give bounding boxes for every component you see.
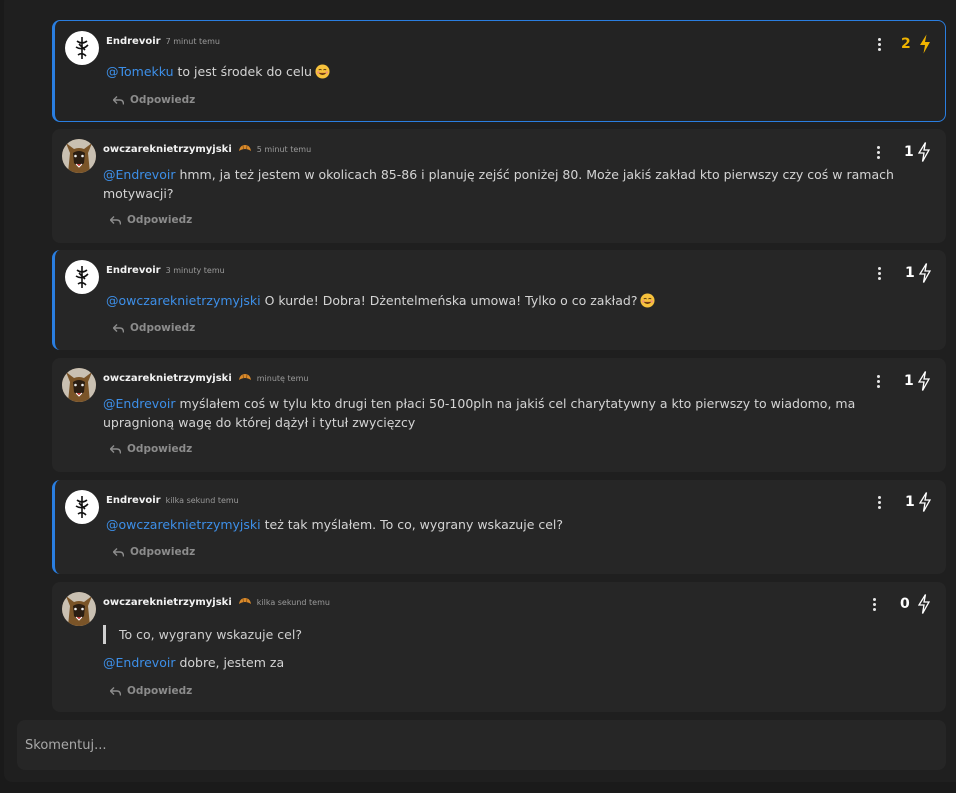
user-mention[interactable]: @owczareknietrzymyjski — [106, 517, 261, 532]
comment-author[interactable]: owczareknietrzymyjski 5 minut temu — [103, 144, 311, 155]
comment: owczareknietrzymyjski 5 minut temu @Endre… — [52, 129, 946, 243]
reply-arrow-icon — [110, 444, 121, 454]
comment-time: 5 minut temu — [256, 145, 312, 154]
croissant-icon — [238, 374, 251, 380]
comment: Endrevoir 7 minut temu @Tomekku to jest ś… — [52, 20, 946, 122]
avatar[interactable] — [65, 260, 99, 294]
comment-author[interactable]: owczareknietrzymyjski kilka sekund temu — [103, 597, 330, 608]
comment-time: minutę temu — [256, 374, 309, 383]
comment-input-box — [17, 720, 946, 770]
quoted-text: To co, wygrany wskazuje cel? — [103, 625, 302, 644]
lightning-vote-icon[interactable] — [919, 492, 931, 512]
lightning-vote-icon[interactable] — [918, 142, 930, 162]
reply-button[interactable]: Odpowiedz — [113, 322, 195, 334]
croissant-icon — [238, 145, 251, 151]
more-options-icon[interactable] — [873, 36, 885, 52]
avatar[interactable] — [65, 490, 99, 524]
comment-text: @Endrevoir hmm, ja też jestem w okolicac… — [103, 167, 894, 201]
comment: owczareknietrzymyjski minutę temu @Endrev… — [52, 358, 946, 472]
avatar[interactable] — [62, 368, 96, 402]
rune-logo-icon — [75, 266, 89, 288]
user-mention[interactable]: @owczareknietrzymyjski — [106, 293, 261, 308]
lightning-vote-icon[interactable] — [919, 34, 931, 54]
smiling-face-emoji — [640, 293, 655, 308]
more-options-icon[interactable] — [873, 265, 885, 281]
smiling-face-emoji — [315, 64, 330, 79]
reply-arrow-icon — [113, 547, 124, 557]
reply-button[interactable]: Odpowiedz — [110, 685, 192, 697]
comment: owczareknietrzymyjski kilka sekund temu T… — [52, 582, 946, 712]
reply-arrow-icon — [110, 686, 121, 696]
dog-avatar-icon — [62, 592, 96, 626]
avatar[interactable] — [62, 592, 96, 626]
reply-arrow-icon — [110, 215, 121, 225]
lightning-vote-icon[interactable] — [918, 594, 930, 614]
comment: Endrevoir 3 minuty temu @owczareknietrzym… — [52, 250, 946, 350]
rune-logo-icon — [75, 37, 89, 59]
reply-arrow-icon — [113, 323, 124, 333]
vote-count: 1 — [905, 494, 915, 510]
reply-button[interactable]: Odpowiedz — [113, 546, 195, 558]
comment-author[interactable]: Endrevoir 7 minut temu — [106, 36, 220, 47]
dog-avatar-icon — [62, 139, 96, 173]
comment-time: kilka sekund temu — [256, 598, 330, 607]
reply-button[interactable]: Odpowiedz — [110, 443, 192, 455]
comment-input[interactable] — [17, 720, 946, 770]
user-mention[interactable]: @Tomekku — [106, 64, 174, 79]
user-mention[interactable]: @Endrevoir — [103, 655, 175, 670]
more-options-icon[interactable] — [872, 144, 884, 160]
avatar[interactable] — [62, 139, 96, 173]
comment: Endrevoir kilka sekund temu @owczarekniet… — [52, 480, 946, 574]
dog-avatar-icon — [62, 368, 96, 402]
more-options-icon[interactable] — [872, 373, 884, 389]
vote-count: 1 — [904, 144, 914, 160]
comment-text: @Tomekku to jest środek do celu — [106, 62, 909, 81]
avatar[interactable] — [65, 31, 99, 65]
lightning-vote-icon[interactable] — [919, 263, 931, 283]
comment-text: @Endrevoir dobre, jestem za — [103, 655, 285, 670]
comment-time: 7 minut temu — [165, 37, 220, 46]
reply-button[interactable]: Odpowiedz — [110, 214, 192, 226]
more-options-icon[interactable] — [873, 494, 885, 510]
rune-logo-icon — [75, 496, 89, 518]
vote-count: 1 — [904, 373, 914, 389]
comment-time: kilka sekund temu — [165, 496, 239, 505]
comment-text: @owczareknietrzymyjski też tak myślałem.… — [106, 517, 564, 532]
comment-author[interactable]: owczareknietrzymyjski minutę temu — [103, 373, 308, 384]
more-options-icon[interactable] — [868, 596, 880, 612]
comment-text: @owczareknietrzymyjski O kurde! Dobra! D… — [106, 291, 910, 310]
reply-arrow-icon — [113, 95, 124, 105]
comment-time: 3 minuty temu — [165, 266, 225, 275]
user-mention[interactable]: @Endrevoir — [103, 396, 175, 411]
reply-button[interactable]: Odpowiedz — [113, 94, 195, 106]
comment-author[interactable]: Endrevoir 3 minuty temu — [106, 265, 225, 276]
user-mention[interactable]: @Endrevoir — [103, 167, 175, 182]
comment-author[interactable]: Endrevoir kilka sekund temu — [106, 495, 239, 506]
vote-count: 1 — [905, 265, 915, 281]
croissant-icon — [238, 598, 251, 604]
lightning-vote-icon[interactable] — [918, 371, 930, 391]
vote-count: 0 — [900, 596, 910, 612]
vote-count: 2 — [901, 36, 911, 52]
comment-text: @Endrevoir myślałem coś w tylu kto drugi… — [103, 396, 856, 430]
